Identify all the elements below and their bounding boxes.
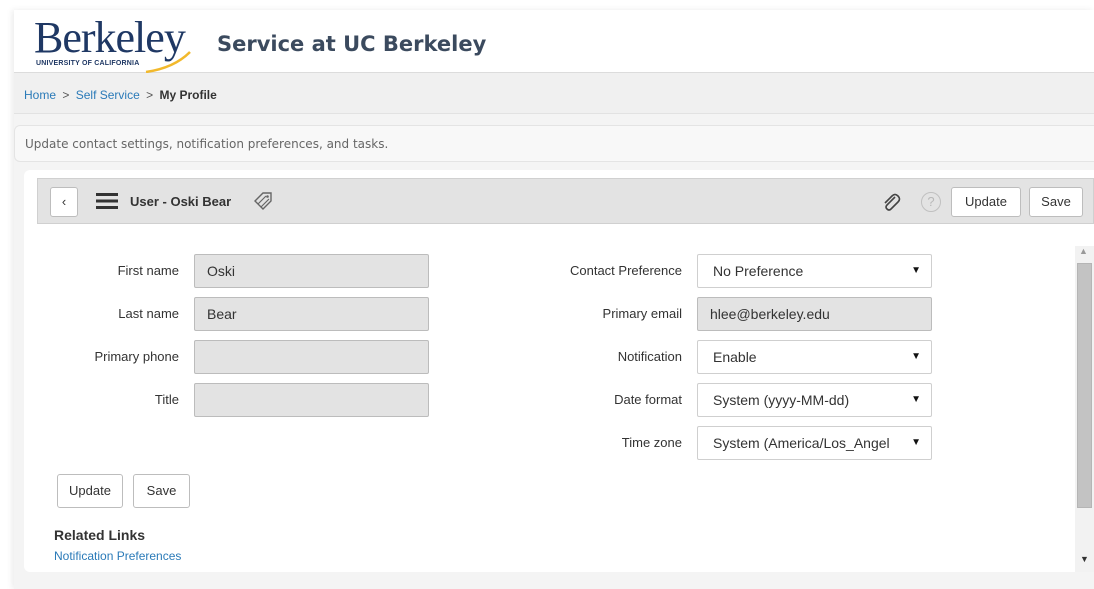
back-button[interactable]: ‹ — [50, 187, 78, 217]
caret-down-icon: ▼ — [907, 384, 921, 416]
date-format-select[interactable]: System (yyyy-MM-dd) ▼ — [697, 383, 932, 417]
date-format-label: Date format — [614, 392, 682, 407]
scrollbar-thumb[interactable] — [1077, 263, 1092, 508]
contact-preference-label: Contact Preference — [569, 263, 682, 278]
related-links-heading: Related Links — [54, 527, 146, 543]
caret-down-icon: ▼ — [907, 427, 921, 459]
primary-email-field[interactable] — [697, 297, 932, 331]
update-button[interactable]: Update — [57, 474, 123, 508]
notification-preferences-link[interactable]: Notification Preferences — [54, 549, 181, 563]
breadcrumb-home[interactable]: Home — [24, 88, 56, 102]
breadcrumb: Home > Self Service > My Profile — [14, 73, 1094, 114]
first-name-field[interactable] — [194, 254, 429, 288]
form-toolbar: ‹ User - Oski Bear ? Update Save — [37, 178, 1094, 224]
breadcrumb-self-service[interactable]: Self Service — [76, 88, 140, 102]
scrollbar[interactable]: ▲ ▼ — [1075, 246, 1094, 572]
profile-form-card: ‹ User - Oski Bear ? Update Save First n… — [24, 170, 1094, 572]
time-zone-label: Time zone — [621, 435, 682, 450]
last-name-label: Last name — [118, 306, 179, 321]
scroll-up-arrow-icon[interactable]: ▲ — [1079, 246, 1088, 256]
header: Berkeley UNIVERSITY OF CALIFORNIA Servic… — [14, 10, 1094, 74]
contact-preference-value: No Preference — [713, 263, 804, 279]
tag-icon[interactable] — [251, 189, 275, 213]
scroll-down-arrow-icon[interactable]: ▼ — [1080, 554, 1089, 564]
primary-phone-label: Primary phone — [94, 349, 179, 364]
page-description: Update contact settings, notification pr… — [14, 125, 1094, 162]
primary-email-label: Primary email — [602, 306, 682, 321]
time-zone-select[interactable]: System (America/Los_Angel ▼ — [697, 426, 932, 460]
title-field[interactable] — [194, 383, 429, 417]
last-name-field[interactable] — [194, 297, 429, 331]
breadcrumb-separator: > — [146, 88, 154, 102]
breadcrumb-separator: > — [62, 88, 70, 102]
contact-preference-select[interactable]: No Preference ▼ — [697, 254, 932, 288]
date-format-value: System (yyyy-MM-dd) — [713, 392, 850, 408]
notification-label: Notification — [617, 349, 682, 364]
breadcrumb-current: My Profile — [159, 88, 217, 102]
logo-swoosh-icon — [145, 51, 191, 74]
logo-subtitle: UNIVERSITY OF CALIFORNIA — [36, 60, 140, 67]
save-button[interactable]: Save — [133, 474, 190, 508]
berkeley-logo[interactable]: Berkeley UNIVERSITY OF CALIFORNIA — [34, 16, 192, 74]
caret-down-icon: ▼ — [907, 341, 921, 373]
update-button-top[interactable]: Update — [951, 187, 1021, 217]
paperclip-icon[interactable] — [881, 192, 901, 212]
notification-select[interactable]: Enable ▼ — [697, 340, 932, 374]
page: Berkeley UNIVERSITY OF CALIFORNIA Servic… — [14, 10, 1094, 589]
time-zone-value: System (America/Los_Angel — [713, 435, 890, 451]
help-icon[interactable]: ? — [921, 192, 941, 212]
save-button-top[interactable]: Save — [1029, 187, 1083, 217]
notification-value: Enable — [713, 349, 757, 365]
menu-icon[interactable] — [96, 193, 118, 209]
first-name-label: First name — [117, 263, 179, 278]
title-label: Title — [154, 392, 179, 407]
site-title: Service at UC Berkeley — [217, 32, 487, 56]
caret-down-icon: ▼ — [907, 255, 921, 287]
record-title: User - Oski Bear — [130, 194, 232, 209]
primary-phone-field[interactable] — [194, 340, 429, 374]
